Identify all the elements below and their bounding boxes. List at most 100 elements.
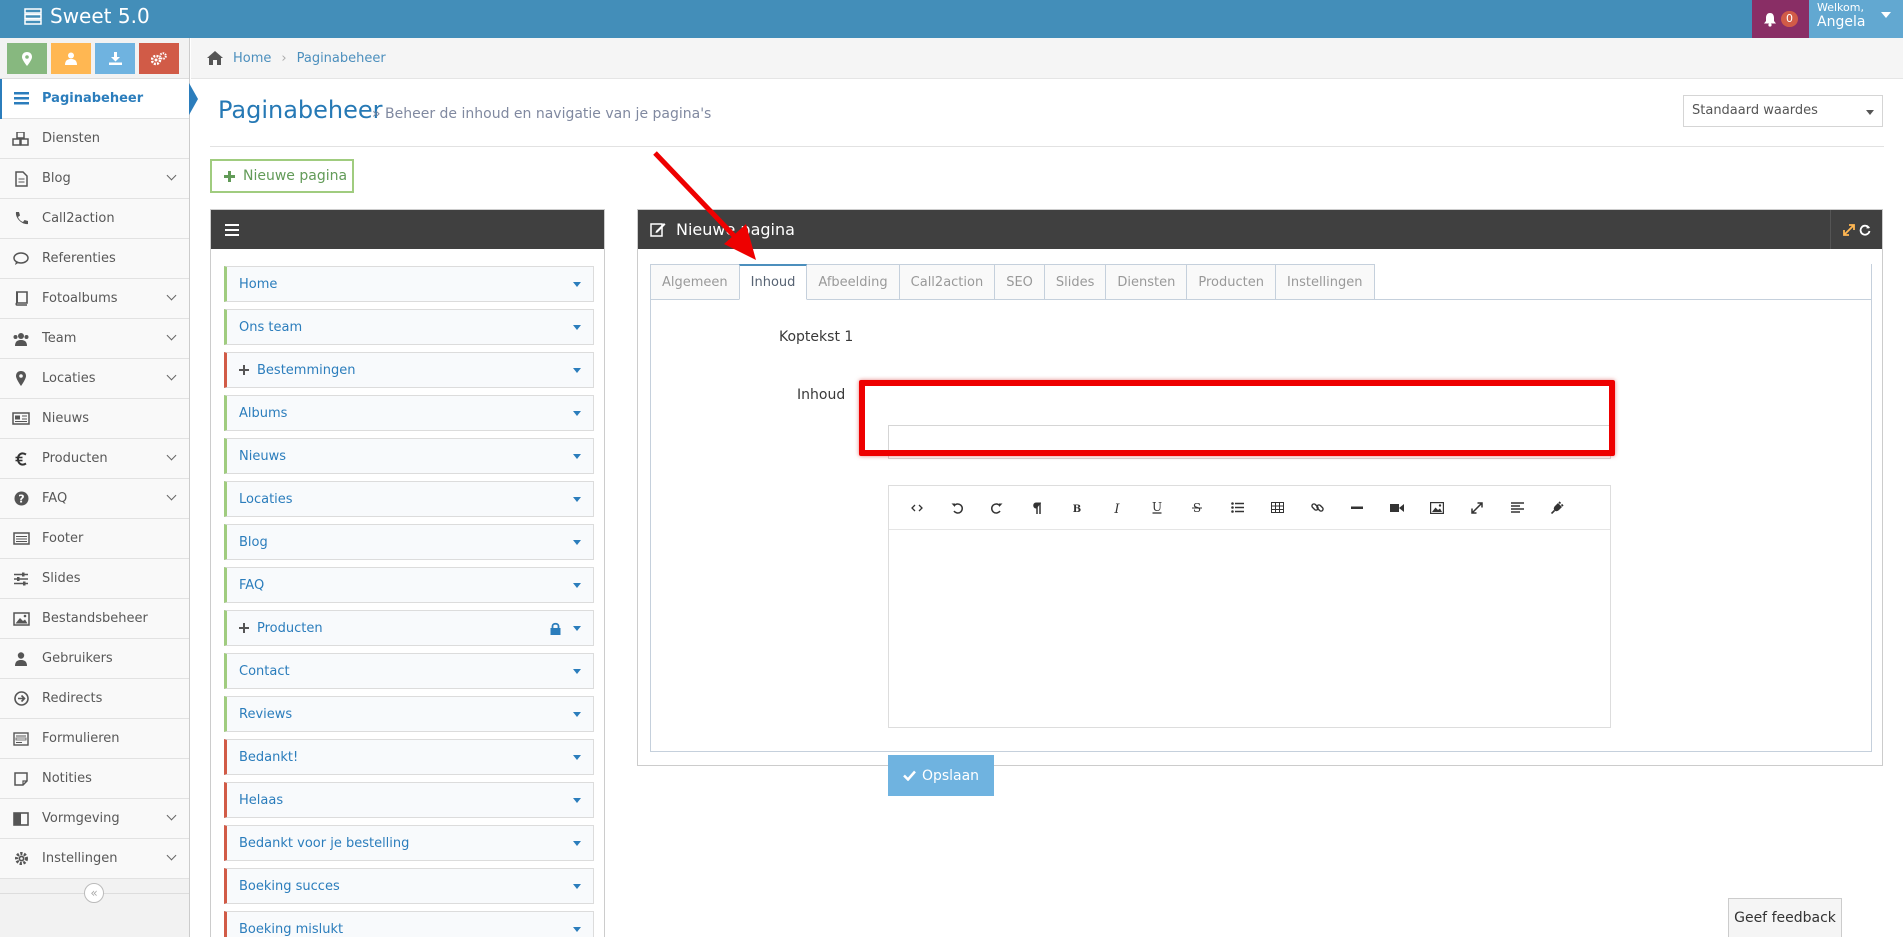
sidebar-item-fotoalbums[interactable]: Fotoalbums [0,279,189,319]
page-tree-item[interactable]: FAQ [224,567,594,603]
caret-down-icon[interactable] [573,712,581,717]
page-tree-item[interactable]: Bedankt voor je bestelling [224,825,594,861]
sidebar-item-footer[interactable]: Footer [0,519,189,559]
tab-seo[interactable]: SEO [994,264,1045,300]
image-icon[interactable] [1417,493,1457,523]
map-marker-icon [12,371,30,387]
sidebar-item-faq[interactable]: ? FAQ [0,479,189,519]
content-editor[interactable]: BIUS [888,485,1611,728]
undo-icon[interactable] [937,493,977,523]
page-tree-item[interactable]: Locaties [224,481,594,517]
user-menu[interactable]: Welkom, Angela [1809,0,1903,38]
refresh-icon[interactable] [1859,224,1871,236]
save-button[interactable]: Opslaan [888,755,994,796]
page-tree-item[interactable]: Bestemmingen [224,352,594,388]
notifications-button[interactable]: 0 [1752,0,1809,38]
fullscreen-icon[interactable] [1457,493,1497,523]
shortcut-locations-button[interactable] [7,43,47,74]
tab-diensten[interactable]: Diensten [1105,264,1188,300]
sidebar-item-team[interactable]: Team [0,319,189,359]
feedback-button[interactable]: Geef feedback [1728,898,1842,937]
page-tree-item[interactable]: Albums [224,395,594,431]
page-tree-item[interactable]: Boeking succes [224,868,594,904]
plus-icon[interactable] [239,365,249,375]
caret-down-icon[interactable] [573,454,581,459]
page-tree-item[interactable]: Reviews [224,696,594,732]
list-icon[interactable] [1217,493,1257,523]
tab-algemeen[interactable]: Algemeen [650,264,740,300]
code-view-icon[interactable] [897,493,937,523]
caret-down-icon[interactable] [573,411,581,416]
caret-down-icon[interactable] [573,841,581,846]
page-tree-item[interactable]: Bedankt! [224,739,594,775]
paragraph-icon[interactable] [1017,493,1057,523]
table-icon[interactable] [1257,493,1297,523]
caret-down-icon[interactable] [573,884,581,889]
page-tree-item[interactable]: Contact [224,653,594,689]
new-page-button[interactable]: Nieuwe pagina [210,159,354,193]
sidebar-item-formulieren[interactable]: Formulieren [0,719,189,759]
shortcut-settings-button[interactable] [139,43,179,74]
shortcut-download-button[interactable] [95,43,135,74]
breadcrumb-home-link[interactable]: Home [233,51,271,66]
page-tree-item[interactable]: Ons team [224,309,594,345]
sidebar-item-gebruikers[interactable]: Gebruikers [0,639,189,679]
caret-down-icon[interactable] [573,368,581,373]
tab-call2action[interactable]: Call2action [898,264,996,300]
bold-icon[interactable]: B [1057,493,1097,523]
caret-down-icon[interactable] [573,583,581,588]
page-tree-item[interactable]: Helaas [224,782,594,818]
caret-down-icon[interactable] [573,540,581,545]
sidebar-item-producten[interactable]: Producten [0,439,189,479]
shortcut-users-button[interactable] [51,43,91,74]
sidebar-item-label: Redirects [42,691,103,706]
caret-down-icon[interactable] [573,927,581,932]
sidebar-item-locaties[interactable]: Locaties [0,359,189,399]
caret-down-icon[interactable] [573,626,581,631]
expand-icon[interactable] [1842,223,1855,236]
sidebar-collapse-button[interactable]: « [84,883,104,903]
link-icon[interactable] [1297,493,1337,523]
page-tree-item[interactable]: Boeking mislukt [224,911,594,937]
sidebar-item-bestandsbeheer[interactable]: Bestandsbeheer [0,599,189,639]
content-editor-area[interactable] [889,530,1610,727]
app-brand[interactable]: Sweet 5.0 [24,4,150,28]
caret-down-icon[interactable] [573,798,581,803]
sidebar-item-blog[interactable]: Blog [0,159,189,199]
sidebar-item-diensten[interactable]: Diensten [0,119,189,159]
plus-icon[interactable] [239,623,249,633]
sidebar-item-paginabeheer[interactable]: Paginabeheer [0,79,198,119]
tab-afbeelding[interactable]: Afbeelding [806,264,900,300]
caret-down-icon[interactable] [573,497,581,502]
tab-producten[interactable]: Producten [1186,264,1276,300]
sidebar-item-instellingen[interactable]: Instellingen [0,839,189,879]
italic-icon[interactable]: I [1097,493,1137,523]
defaults-select[interactable]: Standaard waardes [1683,95,1883,127]
video-icon[interactable] [1377,493,1417,523]
horizontal-rule-icon[interactable] [1337,493,1377,523]
plugin-icon[interactable] [1537,493,1577,523]
sidebar-item-call2action[interactable]: Call2action [0,199,189,239]
sidebar-item-notities[interactable]: Notities [0,759,189,799]
sidebar-item-redirects[interactable]: Redirects [0,679,189,719]
align-icon[interactable] [1497,493,1537,523]
bars-icon[interactable] [225,223,239,236]
caret-down-icon[interactable] [573,325,581,330]
page-tree-item[interactable]: Producten [224,610,594,646]
page-tree-item[interactable]: Nieuws [224,438,594,474]
caret-down-icon[interactable] [573,669,581,674]
page-tree-item[interactable]: Blog [224,524,594,560]
sidebar-item-nieuws[interactable]: Nieuws [0,399,189,439]
page-tree-item[interactable]: Home [224,266,594,302]
redo-icon[interactable] [977,493,1017,523]
caret-down-icon[interactable] [573,755,581,760]
strikethrough-icon[interactable]: S [1177,493,1217,523]
underline-icon[interactable]: U [1137,493,1177,523]
tab-inhoud[interactable]: Inhoud [738,264,808,300]
caret-down-icon[interactable] [573,282,581,287]
sidebar-item-referenties[interactable]: Referenties [0,239,189,279]
tab-instellingen[interactable]: Instellingen [1275,264,1375,300]
tab-slides[interactable]: Slides [1043,264,1107,300]
sidebar-item-slides[interactable]: Slides [0,559,189,599]
sidebar-item-vormgeving[interactable]: Vormgeving [0,799,189,839]
